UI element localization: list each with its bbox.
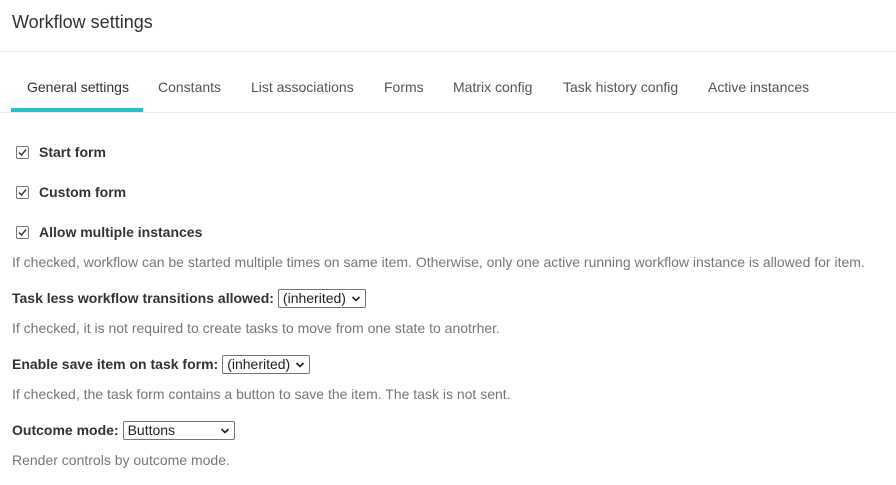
save-item-help: If checked, the task form contains a but… <box>12 386 511 402</box>
save-item-label: Enable save item on task form: <box>12 356 219 372</box>
task-less-label: Task less workflow transitions allowed: <box>12 290 274 306</box>
active-tab-indicator <box>11 108 143 112</box>
tab-task-history-config[interactable]: Task history config <box>563 79 678 95</box>
task-less-value: (inherited) <box>282 290 346 306</box>
save-item-select[interactable]: (inherited) <box>222 354 311 374</box>
check-icon <box>18 188 27 196</box>
check-icon <box>18 228 27 236</box>
start-form-label: Start form <box>39 144 106 160</box>
outcome-mode-help: Render controls by outcome mode. <box>12 452 230 468</box>
custom-form-checkbox[interactable] <box>16 185 29 199</box>
custom-form-label: Custom form <box>39 184 127 200</box>
custom-form-row: Custom form <box>16 183 126 201</box>
title-bar: Workflow settings <box>0 0 896 52</box>
tab-matrix-config[interactable]: Matrix config <box>453 79 532 95</box>
save-item-value: (inherited) <box>227 356 291 372</box>
task-less-select[interactable]: (inherited) <box>277 288 366 308</box>
tab-active-instances[interactable]: Active instances <box>708 79 809 95</box>
allow-multiple-label: Allow multiple instances <box>39 224 203 240</box>
outcome-mode-select[interactable]: Buttons <box>122 420 235 440</box>
tab-general-settings[interactable]: General settings <box>27 79 129 95</box>
task-less-row: Task less workflow transitions allowed: … <box>12 287 366 309</box>
chevron-down-icon <box>220 427 229 434</box>
check-icon <box>18 148 27 156</box>
chevron-down-icon <box>351 295 360 302</box>
tab-forms[interactable]: Forms <box>384 79 424 95</box>
tab-list-associations[interactable]: List associations <box>251 79 354 95</box>
start-form-checkbox[interactable] <box>16 145 29 159</box>
allow-multiple-help: If checked, workflow can be started mult… <box>12 254 865 270</box>
save-item-row: Enable save item on task form: (inherite… <box>12 353 311 375</box>
start-form-row: Start form <box>16 143 106 161</box>
outcome-mode-row: Outcome mode: Buttons <box>12 419 235 441</box>
page-title: Workflow settings <box>12 12 153 32</box>
outcome-mode-label: Outcome mode: <box>12 422 119 438</box>
tab-bar: General settings Constants List associat… <box>0 52 896 113</box>
allow-multiple-row: Allow multiple instances <box>16 223 202 241</box>
task-less-help: If checked, it is not required to create… <box>12 320 500 336</box>
chevron-down-icon <box>296 361 305 368</box>
tab-constants[interactable]: Constants <box>158 79 221 95</box>
outcome-mode-value: Buttons <box>127 422 176 438</box>
allow-multiple-checkbox[interactable] <box>16 225 29 239</box>
